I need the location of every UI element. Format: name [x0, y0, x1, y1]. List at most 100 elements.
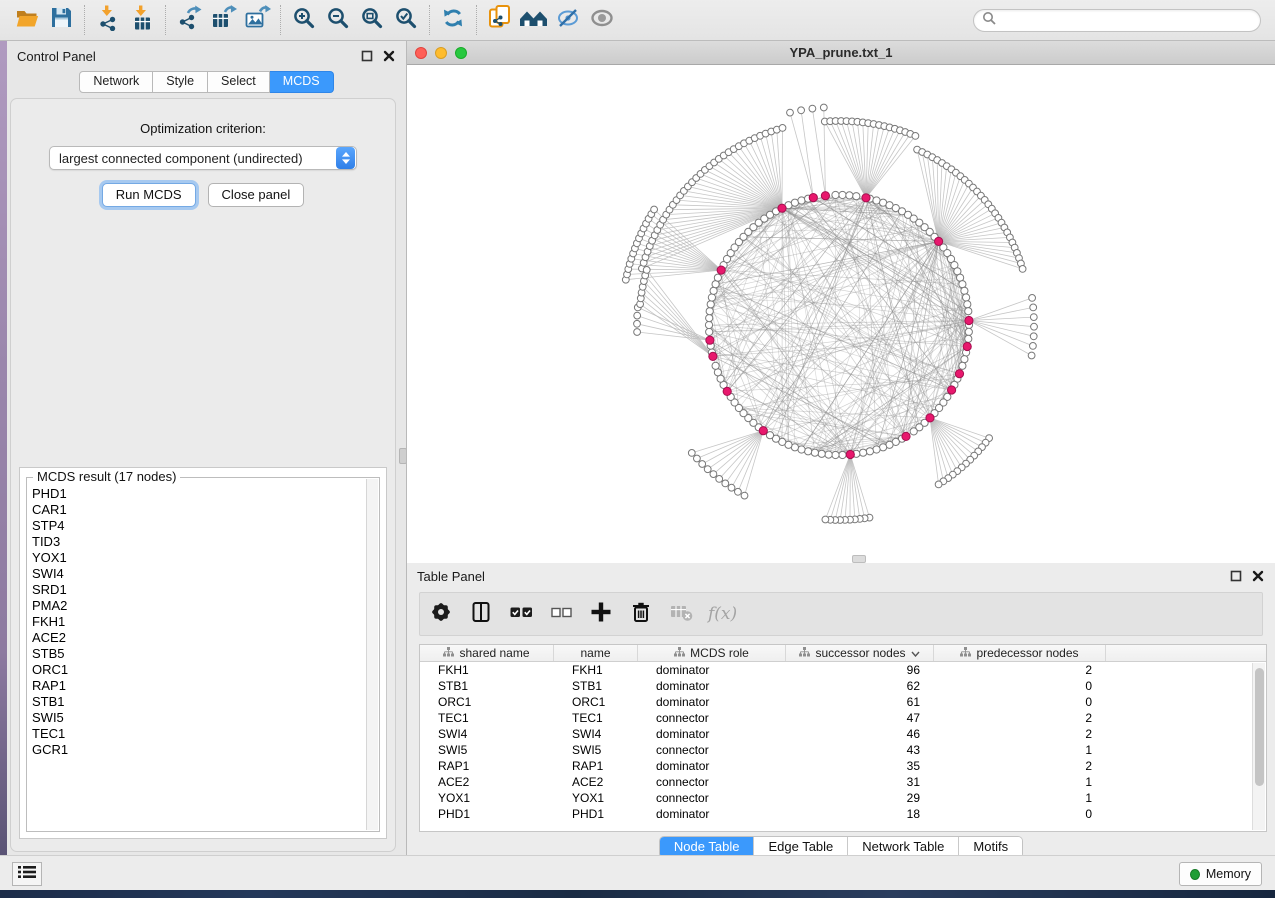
mcds-result-item[interactable]: YOX1	[32, 550, 365, 566]
network-canvas[interactable]	[407, 65, 1275, 563]
navigator-icon	[519, 7, 549, 34]
table-panel-header: Table Panel	[407, 563, 1275, 589]
cell-name: SWI4	[554, 726, 638, 742]
hide-graphics-details-button[interactable]	[551, 4, 585, 36]
table-row[interactable]: TEC1TEC1connector472	[420, 710, 1266, 726]
mcds-result-item[interactable]: PMA2	[32, 598, 365, 614]
control-panel-title: Control Panel	[17, 49, 96, 64]
close-panel-icon[interactable]	[1251, 569, 1265, 583]
mcds-result-item[interactable]: STP4	[32, 518, 365, 534]
delete-column-button[interactable]	[628, 601, 654, 627]
tab-select[interactable]: Select	[208, 71, 270, 93]
mcds-result-item[interactable]: STB1	[32, 694, 365, 710]
show-panels-button[interactable]	[12, 862, 42, 886]
apply-function-button[interactable]: f(x)	[708, 601, 737, 627]
open-folder-icon	[15, 6, 40, 34]
float-panel-icon[interactable]	[360, 49, 374, 63]
export-image-button[interactable]	[240, 4, 274, 36]
import-network-button[interactable]	[91, 4, 125, 36]
add-column-button[interactable]	[588, 601, 614, 627]
checked-boxes-icon	[509, 600, 534, 629]
select-all-button[interactable]	[508, 601, 534, 627]
cell-predecessor-nodes: 0	[934, 694, 1106, 710]
column-header-mcds-role[interactable]: MCDS role	[638, 645, 786, 661]
split-columns-button[interactable]	[468, 601, 494, 627]
import-network-icon	[96, 5, 121, 36]
mcds-result-item[interactable]: RAP1	[32, 678, 365, 694]
close-panel-icon[interactable]	[382, 49, 396, 63]
zoom-selected-button[interactable]	[389, 4, 423, 36]
float-panel-icon[interactable]	[1229, 569, 1243, 583]
cell-predecessor-nodes: 2	[934, 726, 1106, 742]
cell-successor-nodes: 62	[786, 678, 934, 694]
export-table-button[interactable]	[206, 4, 240, 36]
zoom-fit-button[interactable]	[355, 4, 389, 36]
table-settings-button[interactable]	[428, 601, 454, 627]
column-header-shared-name[interactable]: shared name	[420, 645, 554, 661]
mcds-result-item[interactable]: SWI4	[32, 566, 365, 582]
zoom-in-button[interactable]	[287, 4, 321, 36]
table-scrollbar-thumb[interactable]	[1255, 668, 1264, 786]
deselect-all-button[interactable]	[548, 601, 574, 627]
table-row[interactable]: STB1STB1dominator620	[420, 678, 1266, 694]
mcds-result-item[interactable]: TID3	[32, 534, 365, 550]
mcds-result-item[interactable]: ORC1	[32, 662, 365, 678]
search-input[interactable]	[1001, 13, 1252, 27]
cell-successor-nodes: 47	[786, 710, 934, 726]
import-table-button[interactable]	[125, 4, 159, 36]
table-panel: Table Panel f(x) shared namenameMCDS rol…	[406, 563, 1275, 855]
column-header-predecessor-nodes[interactable]: predecessor nodes	[934, 645, 1106, 661]
open-file-button[interactable]	[10, 4, 44, 36]
cell-name: PHD1	[554, 806, 638, 822]
save-session-button[interactable]	[44, 4, 78, 36]
mcds-result-item[interactable]: TEC1	[32, 726, 365, 742]
close-panel-button[interactable]: Close panel	[208, 183, 305, 207]
mcds-result-item[interactable]: PHD1	[32, 486, 365, 502]
cell-shared-name: YOX1	[420, 790, 554, 806]
column-header-name[interactable]: name	[554, 645, 638, 661]
show-hide-panel-button[interactable]	[585, 4, 619, 36]
zoom-out-button[interactable]	[321, 4, 355, 36]
table-row[interactable]: SWI5SWI5connector431	[420, 742, 1266, 758]
memory-button[interactable]: Memory	[1179, 862, 1262, 886]
table-toolbar: f(x)	[419, 592, 1263, 636]
refresh-button[interactable]	[436, 4, 470, 36]
toolbar-separator	[429, 5, 430, 35]
column-header-successor-nodes[interactable]: successor nodes	[786, 645, 934, 661]
cell-mcds-role: dominator	[638, 694, 786, 710]
mcds-result-item[interactable]: GCR1	[32, 742, 365, 758]
table-row[interactable]: FKH1FKH1dominator962	[420, 662, 1266, 678]
search-box[interactable]	[973, 9, 1261, 32]
table-row[interactable]: ACE2ACE2connector311	[420, 774, 1266, 790]
tab-network[interactable]: Network	[79, 71, 153, 93]
tab-mcds[interactable]: MCDS	[270, 71, 334, 93]
mcds-result-item[interactable]: SWI5	[32, 710, 365, 726]
table-row[interactable]: RAP1RAP1dominator352	[420, 758, 1266, 774]
tab-style[interactable]: Style	[153, 71, 208, 93]
cell-predecessor-nodes: 0	[934, 806, 1106, 822]
table-row[interactable]: PHD1PHD1dominator180	[420, 806, 1266, 822]
mcds-result-item[interactable]: CAR1	[32, 502, 365, 518]
mcds-result-item[interactable]: FKH1	[32, 614, 365, 630]
network-titlebar[interactable]: YPA_prune.txt_1	[407, 41, 1275, 65]
cell-predecessor-nodes: 2	[934, 662, 1106, 678]
run-mcds-button[interactable]: Run MCDS	[102, 183, 196, 207]
mcds-result-item[interactable]: ACE2	[32, 630, 365, 646]
mcds-list-scrollbar[interactable]	[366, 479, 378, 830]
table-row[interactable]: SWI4SWI4dominator462	[420, 726, 1266, 742]
unchecked-boxes-icon	[550, 600, 573, 629]
cell-successor-nodes: 43	[786, 742, 934, 758]
table-scrollbar[interactable]	[1252, 663, 1265, 830]
control-panel-tabs: NetworkStyleSelectMCDS	[7, 71, 406, 93]
mcds-result-item[interactable]: SRD1	[32, 582, 365, 598]
table-row[interactable]: ORC1ORC1dominator610	[420, 694, 1266, 710]
delete-table-button[interactable]	[668, 601, 694, 627]
horizontal-splitter-handle[interactable]	[852, 555, 866, 563]
mcds-result-item[interactable]: STB5	[32, 646, 365, 662]
table-row[interactable]: YOX1YOX1connector291	[420, 790, 1266, 806]
optimization-criterion-select[interactable]: largest connected component (undirected)	[49, 146, 357, 170]
navigator-button[interactable]	[517, 4, 551, 36]
mcds-results-box: MCDS result (17 nodes) PHD1CAR1STP4TID3Y…	[19, 467, 387, 839]
clone-network-button[interactable]	[483, 4, 517, 36]
export-network-button[interactable]	[172, 4, 206, 36]
